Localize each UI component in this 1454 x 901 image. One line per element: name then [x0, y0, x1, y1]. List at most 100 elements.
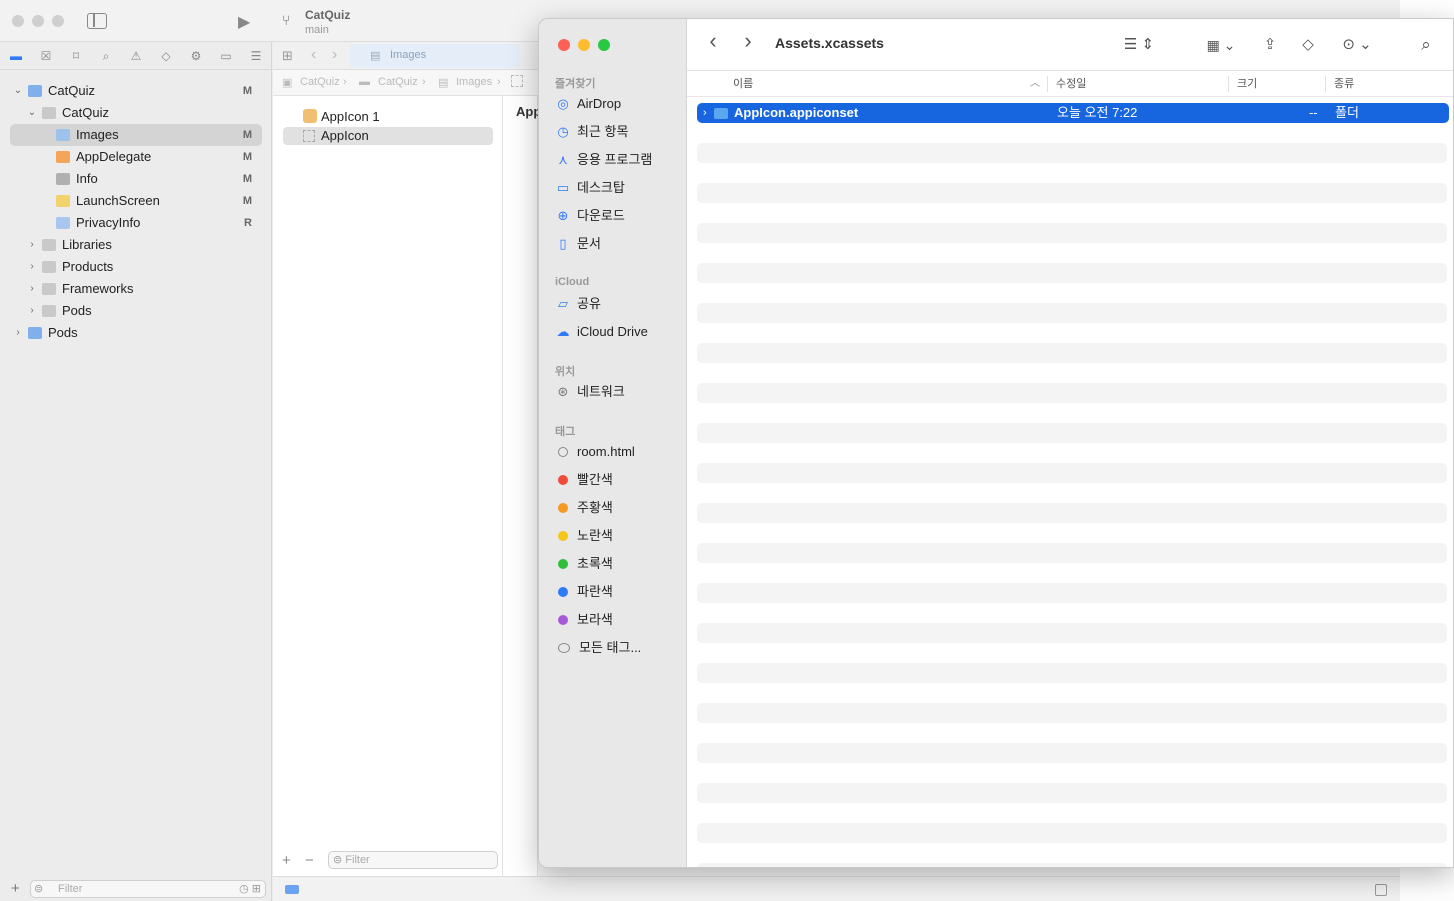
sidebar-tag-item[interactable]: 파란색 — [555, 582, 613, 602]
asset-list: AppIcon 1 AppIcon — [273, 96, 503, 846]
back-icon[interactable]: ‹ — [703, 29, 723, 53]
tree-item[interactable]: ⌄ CatQuiz — [0, 102, 272, 124]
search-icon[interactable]: ⌕ — [1415, 33, 1437, 57]
asset-catalog-icon: ▤ — [370, 50, 381, 62]
report-icon[interactable]: ☰ — [249, 49, 263, 63]
asset-item[interactable]: AppIcon 1 — [283, 108, 493, 126]
navigator-filter-input[interactable]: ⊜ Filter ◷ ⊞ — [30, 880, 266, 898]
column-divider[interactable] — [1228, 76, 1229, 92]
column-size[interactable]: 크기 — [1237, 71, 1257, 97]
zoom-button[interactable] — [598, 39, 610, 51]
tree-item[interactable]: Images M — [0, 124, 272, 146]
appicon-placeholder-icon — [511, 75, 523, 87]
jump-item[interactable]: CatQuiz — [300, 76, 340, 88]
asset-filter-input[interactable]: ⊜ Filter — [328, 851, 498, 869]
panel-toggle-icon[interactable] — [1375, 884, 1387, 896]
chevron-right-icon[interactable]: › — [26, 300, 38, 322]
sidebar-tag-item[interactable]: 모든 태그... — [555, 638, 641, 658]
sidebar-tag-item[interactable]: 초록색 — [555, 554, 613, 574]
close-button[interactable] — [12, 15, 24, 27]
jump-item[interactable]: Images — [456, 76, 492, 88]
minimize-button[interactable] — [32, 15, 44, 27]
sidebar-item-label: 최근 항목 — [577, 124, 629, 139]
branch-icon: ⑂ — [282, 12, 291, 28]
privacy-manifest-icon — [56, 217, 70, 229]
tree-item[interactable]: LaunchScreen M — [0, 190, 272, 212]
tree-item[interactable]: › Pods — [0, 300, 272, 322]
sidebar-item[interactable]: ◎ AirDrop — [555, 94, 621, 114]
chevron-right-icon[interactable]: › — [26, 234, 38, 256]
sidebar-item[interactable]: ◷ 최근 항목 — [555, 122, 628, 142]
sidebar-toggle-icon[interactable] — [87, 13, 107, 29]
sidebar-tag-item[interactable]: 보라색 — [555, 610, 613, 630]
tag-icon[interactable]: ◇ — [1297, 33, 1319, 57]
back-icon[interactable]: ‹ — [311, 46, 316, 64]
sort-ascending-icon[interactable]: ︿ — [1030, 71, 1040, 97]
chevron-right-icon[interactable]: › — [26, 256, 38, 278]
column-kind[interactable]: 종류 — [1334, 71, 1354, 97]
group-icon[interactable]: ▦ ⌄ — [1200, 33, 1242, 57]
file-name: AppIcon.appiconset — [734, 105, 859, 120]
sidebar-item[interactable]: ▯ 문서 — [555, 234, 601, 254]
breakpoint-icon[interactable]: ▭ — [219, 49, 233, 63]
more-actions-icon[interactable]: ⊙ ⌄ — [1338, 33, 1376, 57]
sidebar-item[interactable]: ⊛ 네트워크 — [555, 382, 625, 402]
debug-icon[interactable]: ⚙ — [189, 49, 203, 63]
chevron-right-icon[interactable]: › — [26, 278, 38, 300]
tree-item[interactable]: Info M — [0, 168, 272, 190]
folder-icon[interactable]: ▬ — [9, 49, 23, 63]
sidebar-tag-item[interactable]: 노란색 — [555, 526, 613, 546]
tree-item[interactable]: › Libraries — [0, 234, 272, 256]
tag-color-dot-icon — [558, 447, 568, 457]
tree-item[interactable]: › Pods — [0, 322, 272, 344]
tree-item[interactable]: PrivacyInfo R — [0, 212, 272, 234]
chevron-down-icon[interactable]: ⌄ — [26, 102, 38, 124]
chevron-right-icon[interactable]: › — [12, 322, 24, 344]
remove-asset-icon[interactable]: − — [305, 852, 314, 869]
source-control-icon[interactable]: ☒ — [39, 49, 53, 63]
run-icon[interactable]: ▶ — [238, 12, 250, 32]
sidebar-tag-item[interactable]: room.html — [555, 442, 635, 462]
column-divider[interactable] — [1047, 76, 1048, 92]
warning-icon[interactable]: ⚠ — [129, 49, 143, 63]
chevron-down-icon[interactable]: ⌄ — [12, 80, 24, 102]
forward-icon[interactable]: › — [738, 29, 758, 53]
sidebar-item[interactable]: ▭ 데스크탑 — [555, 178, 625, 198]
bookmark-icon[interactable]: ⌑ — [69, 49, 83, 63]
navigator-tabs: ▬ ☒ ⌑ ⌕ ⚠ ◇ ⚙ ▭ ☰ — [0, 42, 272, 70]
file-row-selected[interactable]: › AppIcon.appiconset 오늘 오전 7:22 -- 폴더 — [697, 103, 1449, 123]
tree-item[interactable]: › Frameworks — [0, 278, 272, 300]
column-modified[interactable]: 수정일 — [1056, 71, 1086, 97]
close-button[interactable] — [558, 39, 570, 51]
finder-window: 즐겨찾기 ◎ AirDrop ◷ 최근 항목 ⋏ 응용 프로그램 ▭ 데스크탑 ⊕ 다운로드 ▯ 문서… — [538, 18, 1454, 868]
sidebar-item[interactable]: ▱ 공유 — [555, 294, 601, 314]
column-header: 이름 ︿ 수정일 크기 종류 — [687, 71, 1453, 97]
sidebar-tag-item[interactable]: 주황색 — [555, 498, 613, 518]
list-view-icon[interactable]: ☰ ⇕ — [1119, 33, 1159, 57]
tree-item[interactable]: ⌄ CatQuiz M — [0, 80, 272, 102]
grid-icon[interactable]: ⊞ — [282, 48, 293, 64]
tab-images[interactable]: ▤ Images — [350, 44, 520, 68]
sidebar-item[interactable]: ⋏ 응용 프로그램 — [555, 150, 652, 170]
column-divider[interactable] — [1325, 76, 1326, 92]
search-icon[interactable]: ⌕ — [99, 49, 113, 63]
column-name[interactable]: 이름 — [733, 71, 753, 97]
tree-item[interactable]: AppDelegate M — [0, 146, 272, 168]
sidebar-item-label: iCloud Drive — [577, 324, 648, 339]
forward-icon[interactable]: › — [332, 46, 337, 64]
sidebar-item[interactable]: ☁ iCloud Drive — [555, 322, 648, 342]
minimize-button[interactable] — [578, 39, 590, 51]
disclosure-triangle-icon[interactable]: › — [703, 103, 707, 123]
asset-item-selected[interactable]: AppIcon — [283, 127, 493, 145]
add-asset-icon[interactable]: + — [282, 852, 291, 869]
sidebar-tag-item[interactable]: 빨간색 — [555, 470, 613, 490]
zoom-button[interactable] — [52, 15, 64, 27]
sidebar-item[interactable]: ⊕ 다운로드 — [555, 206, 625, 226]
jump-item[interactable]: CatQuiz — [378, 76, 418, 88]
tree-item[interactable]: › Products — [0, 256, 272, 278]
recent-filter-icon[interactable]: ◷ ⊞ — [239, 881, 261, 897]
share-icon[interactable]: ⇪ — [1261, 33, 1279, 57]
add-icon[interactable]: + — [11, 880, 20, 897]
test-icon[interactable]: ◇ — [159, 49, 173, 63]
filter-placeholder: Filter — [58, 883, 83, 895]
